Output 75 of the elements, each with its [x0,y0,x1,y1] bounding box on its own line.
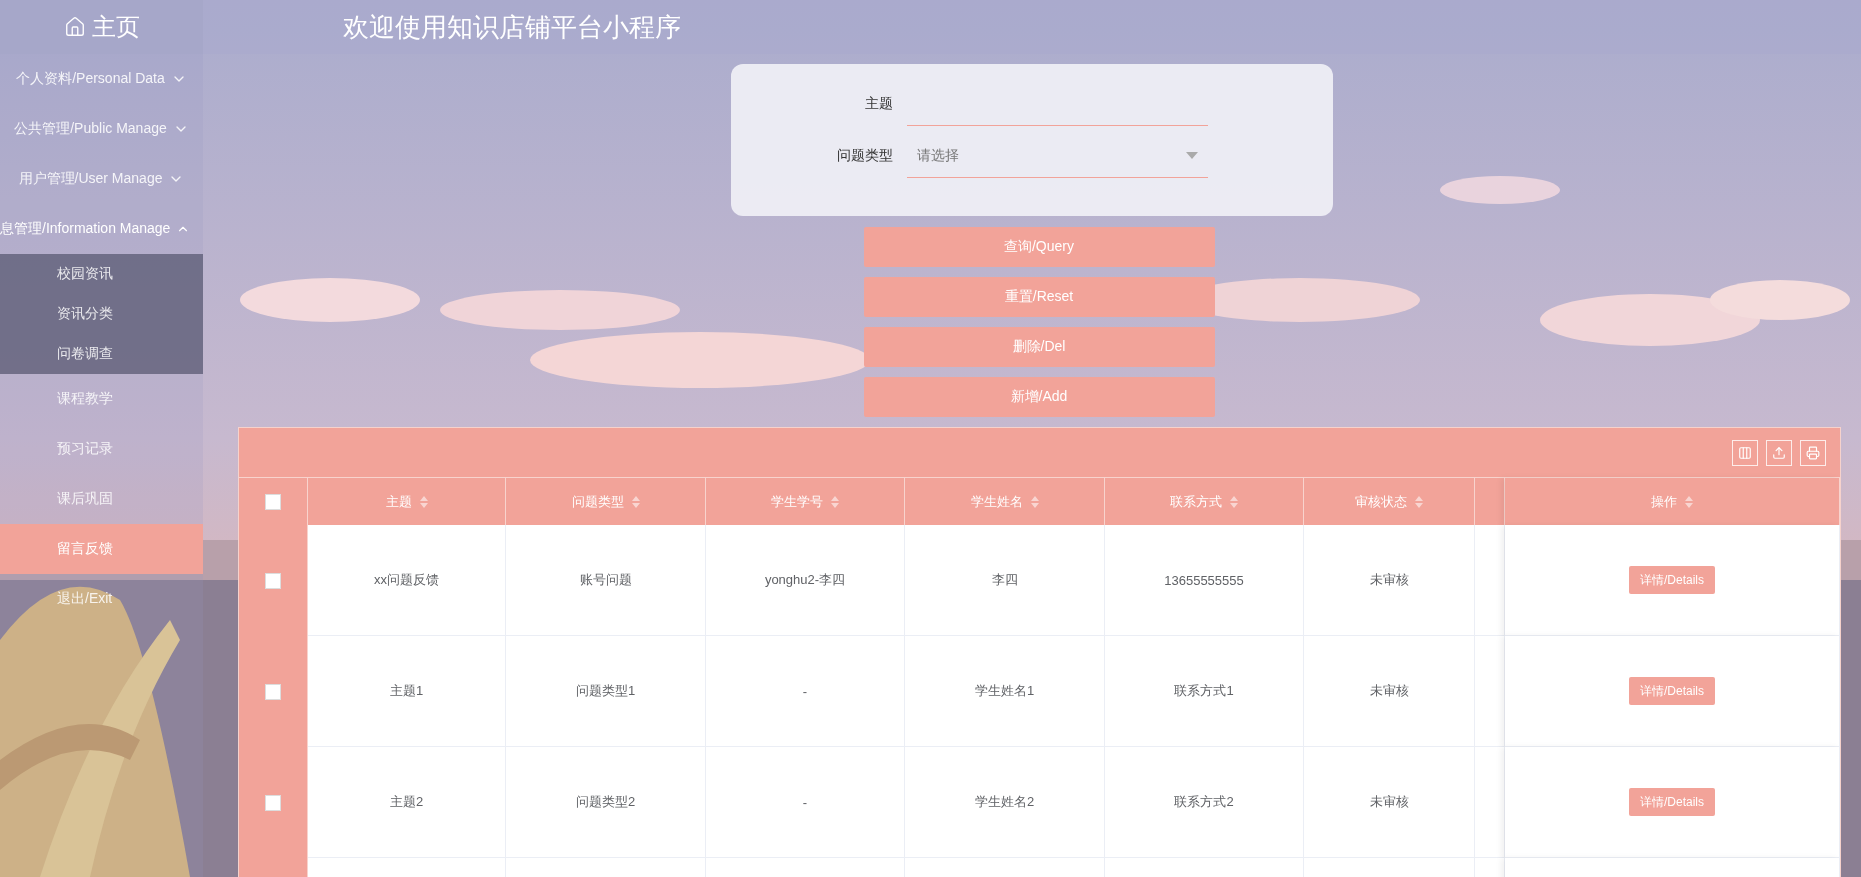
table-cell: yonghu2-李四 [706,525,905,636]
table-cell: 未审核 [1304,636,1475,747]
columns-button[interactable] [1732,439,1758,466]
column-header[interactable]: 审核状态 [1304,478,1475,525]
sort-icon[interactable] [831,495,839,508]
table-cell: 主题1 [308,636,506,747]
menu-group[interactable]: 用户管理/User Manage [0,154,203,204]
menu-item[interactable]: 课后巩固 [0,474,203,524]
table-cell: - [706,747,905,858]
details-button[interactable]: 详情/Details [1629,677,1715,705]
table-cell: 未审核 [1304,747,1475,858]
checkbox[interactable] [265,493,281,510]
menu-item[interactable]: 预习记录 [0,424,203,474]
table-cell: 学生姓名1 [905,636,1105,747]
caret-icon [1186,152,1198,159]
column-title: 问题类型 [571,492,624,511]
menu-item[interactable]: 留言反馈 [0,524,203,574]
table-cell: 联系方式2 [1105,747,1304,858]
table-cell: 问题类型1 [506,636,706,747]
column-header[interactable]: 学生姓名 [905,478,1105,525]
action-button[interactable]: 查询/Query [863,227,1215,267]
sort-icon[interactable] [419,495,428,508]
menu-group[interactable]: 个人资料/Personal Data [0,54,203,104]
checkbox[interactable] [265,572,281,589]
select-field[interactable]: 请选择 [907,134,1208,178]
home-icon [63,16,86,38]
page-title: 欢迎使用知识店铺平台小程序 [343,10,681,44]
column-title: 操作 [1651,492,1677,511]
sort-icon[interactable] [1415,495,1423,508]
table-cell: 李四 [905,525,1105,636]
column-title: 联系方式 [1170,492,1222,511]
action-button[interactable]: 新增/Add [863,377,1215,417]
column-title: 学生姓名 [970,492,1023,511]
column-header[interactable]: 操作 [1505,478,1840,525]
table-cell: xx问题反馈 [308,525,506,636]
checkbox[interactable] [265,794,281,811]
table-cell: 未审核 [1304,525,1475,636]
table-cell: 问题类型2 [506,747,706,858]
table-cell: 主题2 [308,747,506,858]
menu-group[interactable]: 息管理/Information Manage [0,204,203,254]
columns-icon [1738,445,1752,460]
column-header[interactable]: 联系方式 [1105,478,1304,525]
menu-item[interactable]: 资讯分类 [0,294,203,334]
table-cell: - [706,636,905,747]
details-button[interactable]: 详情/Details [1629,566,1715,594]
menu-item[interactable]: 课程教学 [0,374,203,424]
field-label: 主题 [865,95,893,113]
checkbox[interactable] [265,683,281,700]
sort-icon[interactable] [1030,495,1039,508]
upload-icon [1772,445,1786,460]
action-button[interactable]: 重置/Reset [863,277,1215,317]
column-header[interactable]: 学生学号 [706,478,905,525]
column-header[interactable]: 问题类型 [506,478,706,525]
sort-icon[interactable] [1685,495,1693,508]
print-button[interactable] [1800,439,1826,466]
details-button[interactable]: 详情/Details [1629,788,1715,816]
table-cell: 学生姓名2 [905,747,1105,858]
column-header[interactable]: 主题 [308,478,506,525]
upload-button[interactable] [1766,439,1792,466]
action-button[interactable]: 删除/Del [863,327,1215,367]
column-title: 学生学号 [771,492,823,511]
sort-icon[interactable] [631,495,640,508]
table-cell: 联系方式1 [1105,636,1304,747]
home-link[interactable]: 主页 [63,11,140,43]
table-cell: 账号问题 [506,525,706,636]
table-cell: 13655555555 [1105,525,1304,636]
menu-item[interactable]: 问卷调查 [0,334,203,374]
field-label: 问题类型 [837,147,893,165]
column-title: 审核状态 [1355,492,1407,511]
column-title: 主题 [385,492,412,511]
menu-item[interactable]: 退出/Exit [0,574,203,624]
menu-item[interactable]: 校园资讯 [0,254,203,294]
print-icon [1806,445,1820,460]
menu-group[interactable]: 公共管理/Public Manage [0,104,203,154]
sort-icon[interactable] [1230,495,1238,508]
